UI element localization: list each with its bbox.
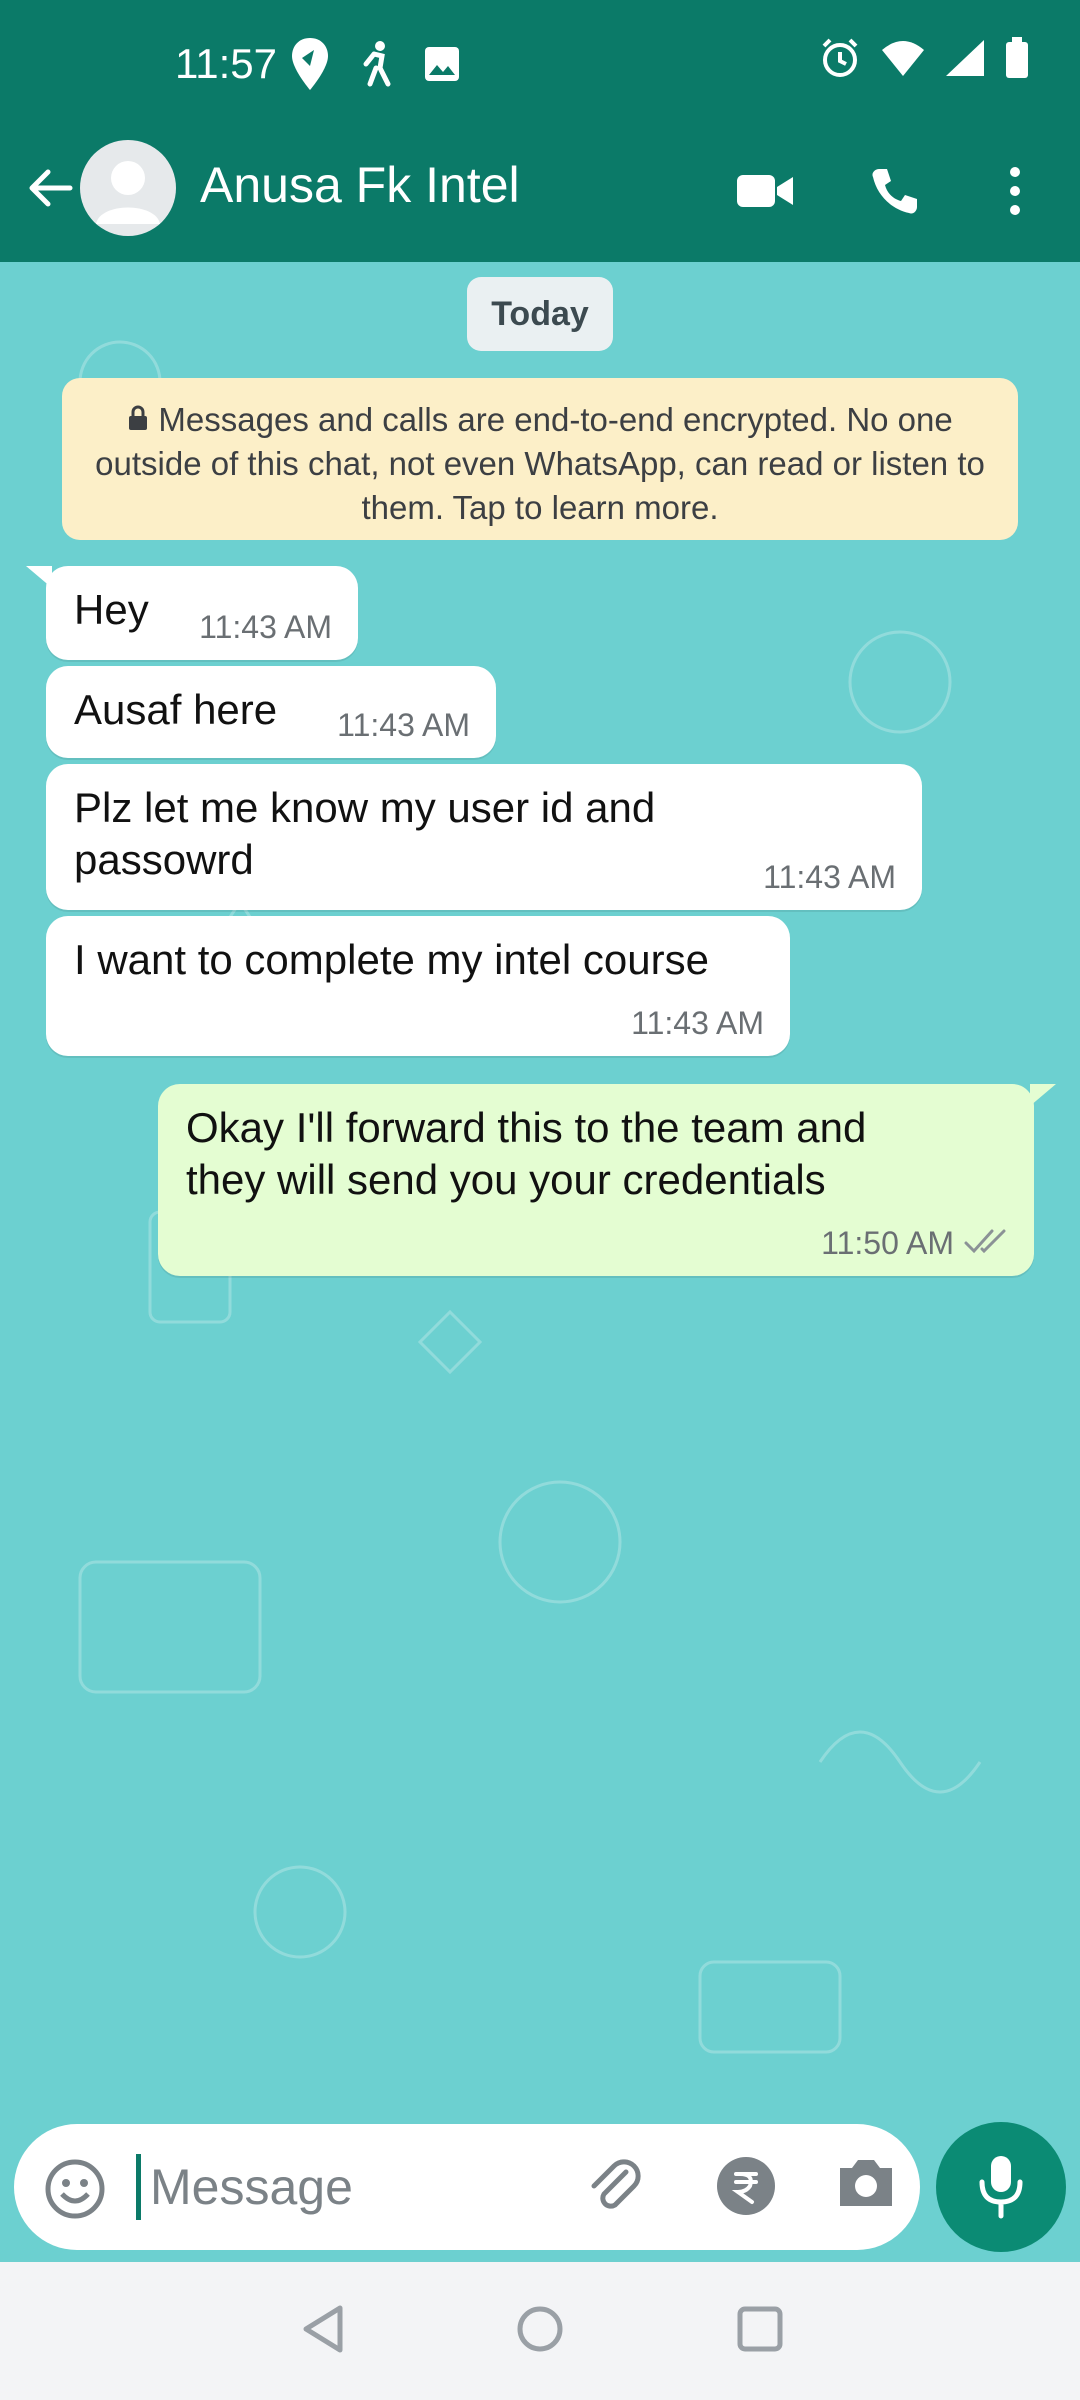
encryption-notice[interactable]: Messages and calls are end-to-end encryp… xyxy=(62,378,1018,540)
contact-avatar[interactable] xyxy=(80,140,176,236)
gallery-icon xyxy=(422,44,462,89)
message-bubble-outgoing[interactable]: Okay I'll forward this to the team and t… xyxy=(158,1084,1034,1276)
paperclip-icon xyxy=(591,2159,641,2209)
attach-button[interactable] xyxy=(582,2154,646,2223)
location-icon xyxy=(290,36,330,97)
camera-button[interactable] xyxy=(834,2154,898,2219)
system-navigation-bar xyxy=(0,2262,1080,2400)
message-text: Ausaf here xyxy=(74,686,278,733)
video-call-button[interactable] xyxy=(730,156,800,226)
message-text: Hey xyxy=(74,586,149,633)
message-bubble-incoming[interactable]: Ausaf here 11:43 AM xyxy=(46,666,496,758)
message-bubble-incoming[interactable]: Hey 11:43 AM xyxy=(46,566,358,660)
message-input[interactable]: Message xyxy=(150,2158,353,2216)
app-bar: Anusa Fk Intel xyxy=(0,140,1080,262)
message-time: 11:43 AM xyxy=(631,1005,764,1041)
contact-name[interactable]: Anusa Fk Intel xyxy=(200,156,520,214)
message-time: 11:50 AM xyxy=(821,1225,954,1261)
message-bubble-incoming[interactable]: Plz let me know my user id and passowrd … xyxy=(46,764,922,910)
battery-icon xyxy=(1004,37,1030,84)
message-text: Okay I'll forward this to the team and t… xyxy=(186,1104,867,1203)
message-bubble-incoming[interactable]: I want to complete my intel course 11:43… xyxy=(46,916,790,1056)
more-vertical-icon xyxy=(1010,167,1020,215)
circle-home-icon xyxy=(517,2306,563,2352)
bubble-tail xyxy=(1030,1084,1056,1106)
voice-message-button[interactable] xyxy=(936,2122,1066,2252)
voice-call-button[interactable] xyxy=(860,156,930,226)
date-chip: Today xyxy=(467,277,613,351)
status-left-icons xyxy=(290,36,462,97)
message-time: 11:43 AM xyxy=(199,609,332,645)
message-time: 11:43 AM xyxy=(763,859,896,895)
emoji-button[interactable] xyxy=(44,2158,106,2225)
rupee-icon xyxy=(717,2157,775,2215)
nav-back-button[interactable] xyxy=(300,2304,346,2359)
triangle-back-icon xyxy=(303,2305,343,2353)
double-check-icon xyxy=(964,1227,1012,1260)
more-options-button[interactable] xyxy=(985,156,1045,226)
message-text: I want to complete my intel course xyxy=(74,936,709,983)
alarm-icon xyxy=(818,36,862,85)
payment-button[interactable] xyxy=(714,2154,778,2223)
nav-home-button[interactable] xyxy=(515,2304,565,2359)
wifi-icon xyxy=(880,38,926,83)
message-text: Plz let me know my user id and passowrd xyxy=(74,784,656,883)
message-composer: Message xyxy=(14,2124,920,2250)
square-recents-icon xyxy=(737,2306,783,2352)
camera-icon xyxy=(840,2160,892,2206)
text-caret xyxy=(136,2154,141,2220)
video-camera-icon xyxy=(737,175,793,207)
walk-icon xyxy=(356,40,396,93)
back-button[interactable] xyxy=(20,158,80,218)
status-time: 11:57 xyxy=(175,40,277,87)
nav-recents-button[interactable] xyxy=(735,2304,785,2359)
encryption-text: Messages and calls are end-to-end encryp… xyxy=(95,401,985,526)
arrow-left-icon xyxy=(29,169,73,207)
phone-icon xyxy=(872,169,917,214)
status-bar: 11:57 xyxy=(0,0,1080,140)
emoji-icon xyxy=(45,2159,105,2219)
message-time: 11:43 AM xyxy=(337,707,470,743)
microphone-icon xyxy=(979,2156,1023,2219)
chat-header: 11:57 Anusa Fk Intel xyxy=(0,0,1080,262)
status-right-icons xyxy=(818,36,1030,85)
signal-icon xyxy=(944,38,986,83)
lock-icon xyxy=(127,401,158,438)
